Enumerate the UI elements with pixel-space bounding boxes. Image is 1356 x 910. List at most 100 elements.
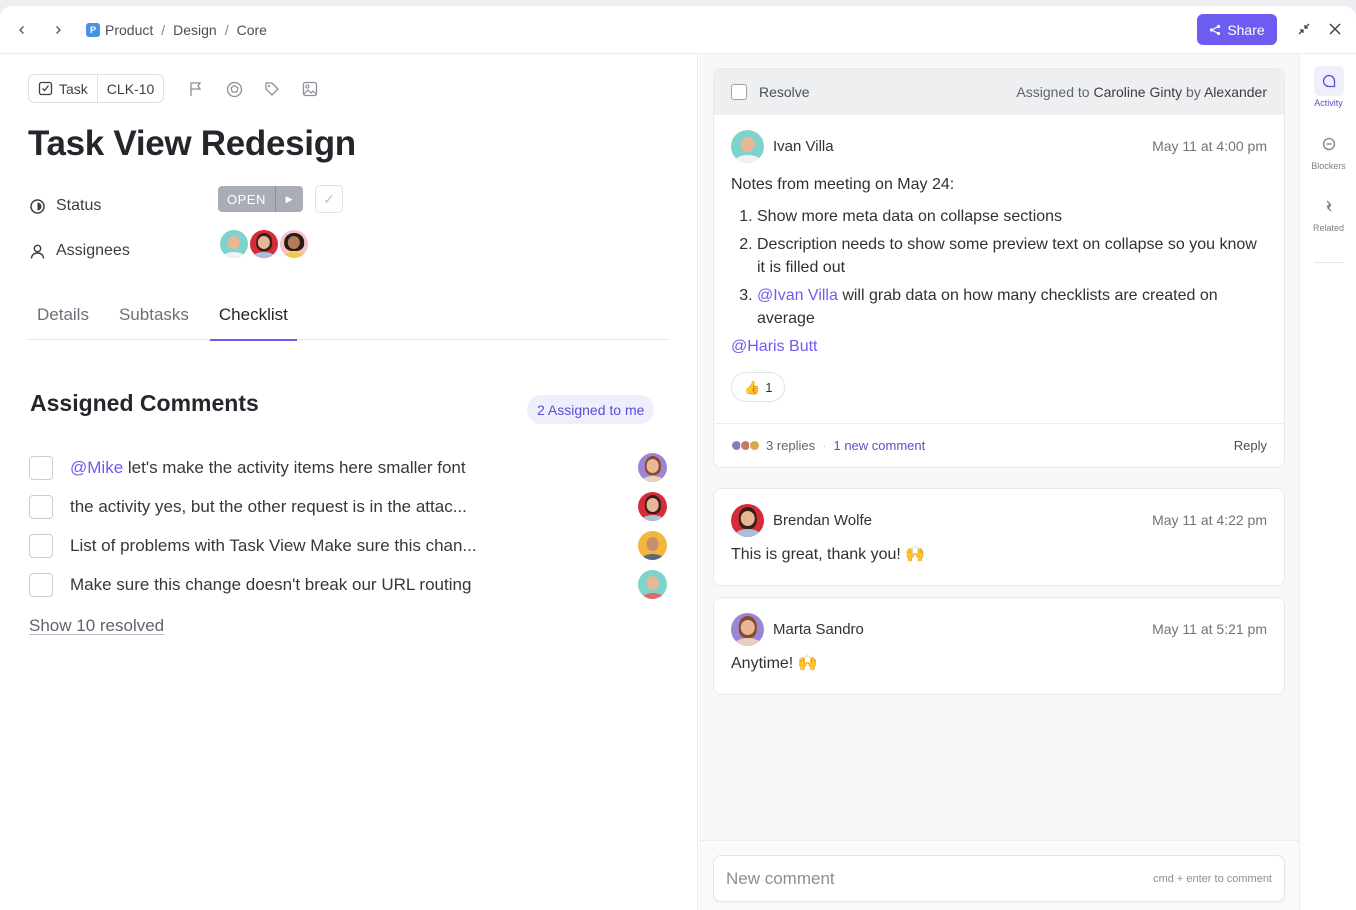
task-id[interactable]: CLK-10 [96,75,163,102]
assigned-comments-list: @Mike let's make the activity items here… [29,448,669,604]
comment-author[interactable]: Marta Sandro [773,621,864,638]
show-resolved-link[interactable]: Show 10 resolved [29,616,164,636]
new-comment-link[interactable]: 1 new comment [833,438,925,453]
mention[interactable]: @Mike [70,458,123,477]
thumbs-up-icon: 👍 [744,379,761,395]
breadcrumb-separator: / [224,21,229,38]
comment-header: Brendan Wolfe May 11 at 4:22 pm [731,503,1267,537]
resolve-checkbox[interactable] [29,494,53,519]
assigner-name[interactable]: Alexander [1204,84,1267,100]
tab-details[interactable]: Details [28,290,98,340]
list-item[interactable]: List of problems with Task View Make sur… [29,526,669,565]
forward-button[interactable] [42,14,74,46]
side-rail: Activity Blockers Related [1299,54,1356,910]
reply-card: Marta Sandro May 11 at 5:21 pm Anytime! … [713,597,1285,695]
cover-image-button[interactable] [300,79,320,99]
comment-intro: Notes from meeting on May 24: [731,176,955,193]
rail-label: Blockers [1311,161,1346,171]
avatar[interactable] [248,228,280,260]
avatar[interactable] [731,129,764,163]
resolve-checkbox[interactable] [29,572,53,597]
comment-text: List of problems with Task View Make sur… [70,535,477,555]
status-value: OPEN [227,191,266,207]
comment-thread-card: Resolve Assigned to Caroline Ginty by Al… [713,68,1285,468]
task-check-icon [38,81,53,96]
comment: Brendan Wolfe May 11 at 4:22 pm This is … [714,489,1284,566]
comment-text: the activity yes, but the other request … [70,496,467,516]
reply-avatars [731,440,760,451]
status-dropdown[interactable]: OPEN ▶ [218,186,303,212]
avatar [638,531,667,560]
resolve-checkbox[interactable] [29,455,53,480]
activity-icon [1313,66,1344,96]
priority-button[interactable] [186,79,206,99]
resolve-checkbox[interactable] [29,533,53,558]
comment-list-item: Show more meta data on collapse sections [757,205,1267,228]
assignees-field-label: Assignees [29,242,130,260]
task-type-label: Task [59,80,88,97]
resolve-checkbox[interactable] [731,84,747,100]
share-icon [1210,24,1221,35]
new-comment-input[interactable] [726,868,1154,889]
avatar [638,453,667,482]
rail-blockers[interactable]: Blockers [1300,129,1356,171]
comment-header: Marta Sandro May 11 at 5:21 pm [731,612,1267,646]
reaction-count: 1 [765,379,773,395]
tab-checklist[interactable]: Checklist [209,290,297,341]
separator-dot: · [822,438,827,453]
thread-footer: 3 replies · 1 new comment Reply [714,423,1284,467]
comment-body: Anytime! 🙌 [731,655,818,672]
task-window: P Product / Design / Core Share Task CLK… [0,6,1356,910]
back-button[interactable] [6,14,38,46]
breadcrumb: P Product / Design / Core [86,22,267,38]
chevron-right-icon [56,25,61,34]
collapse-button[interactable] [1291,16,1317,42]
assignee-name[interactable]: Caroline Ginty [1093,84,1182,100]
comment-text: @Mike let's make the activity items here… [70,457,466,477]
avatar[interactable] [218,228,250,260]
status-icon [30,198,45,214]
avatar[interactable] [731,612,764,646]
task-tabs: Details Subtasks Checklist [28,290,668,341]
assignee-avatars[interactable] [218,228,310,260]
comment-body: This is great, thank you! 🙌 [731,546,926,563]
status-next-button[interactable]: ▶ [274,186,303,212]
task-title[interactable]: Task View Redesign [28,124,356,164]
points-button[interactable] [224,79,244,99]
resolve-label[interactable]: Resolve [759,84,810,100]
submit-hint: cmd + enter to comment [1153,872,1272,885]
mention[interactable]: @Ivan Villa [757,287,838,304]
task-type-button[interactable]: Task [29,75,97,102]
reply-button[interactable]: Reply [1234,438,1267,453]
share-button[interactable]: Share [1197,14,1277,45]
list-item[interactable]: @Mike let's make the activity items here… [29,448,669,487]
task-details-panel: Task CLK-10 Task View Redesign Status OP… [0,54,698,910]
comment-author[interactable]: Brendan Wolfe [773,512,872,529]
new-comment-box[interactable]: cmd + enter to comment [713,855,1285,902]
close-button[interactable] [1322,16,1348,42]
avatar[interactable] [731,503,764,537]
comment-time: May 11 at 5:21 pm [1152,621,1267,637]
rail-activity[interactable]: Activity [1300,66,1356,108]
replies-count[interactable]: 3 replies [766,438,815,453]
mark-complete-button[interactable]: ✓ [315,185,343,213]
breadcrumb-design[interactable]: Design [173,22,217,38]
assigned-comments-title: Assigned Comments [30,390,259,416]
avatar[interactable] [278,228,310,260]
list-item[interactable]: Make sure this change doesn't break our … [29,565,669,604]
related-icon [1314,191,1344,221]
reaction-button[interactable]: 👍 1 [731,372,786,402]
rail-related[interactable]: Related [1300,191,1356,233]
mention[interactable]: @Haris Butt [731,335,1267,358]
breadcrumb-core[interactable]: Core [237,22,267,38]
comment-composer: cmd + enter to comment [699,840,1299,910]
tab-subtasks[interactable]: Subtasks [110,290,198,340]
breadcrumb-product[interactable]: Product [105,22,153,38]
list-item[interactable]: the activity yes, but the other request … [29,487,669,526]
tags-button[interactable] [262,79,282,99]
comment-author[interactable]: Ivan Villa [773,138,834,155]
assigned-to-me-badge[interactable]: 2 Assigned to me [527,395,655,424]
checkmark-icon: ✓ [323,190,335,207]
collapse-icon [1298,23,1310,35]
status-field-label: Status [29,197,101,215]
